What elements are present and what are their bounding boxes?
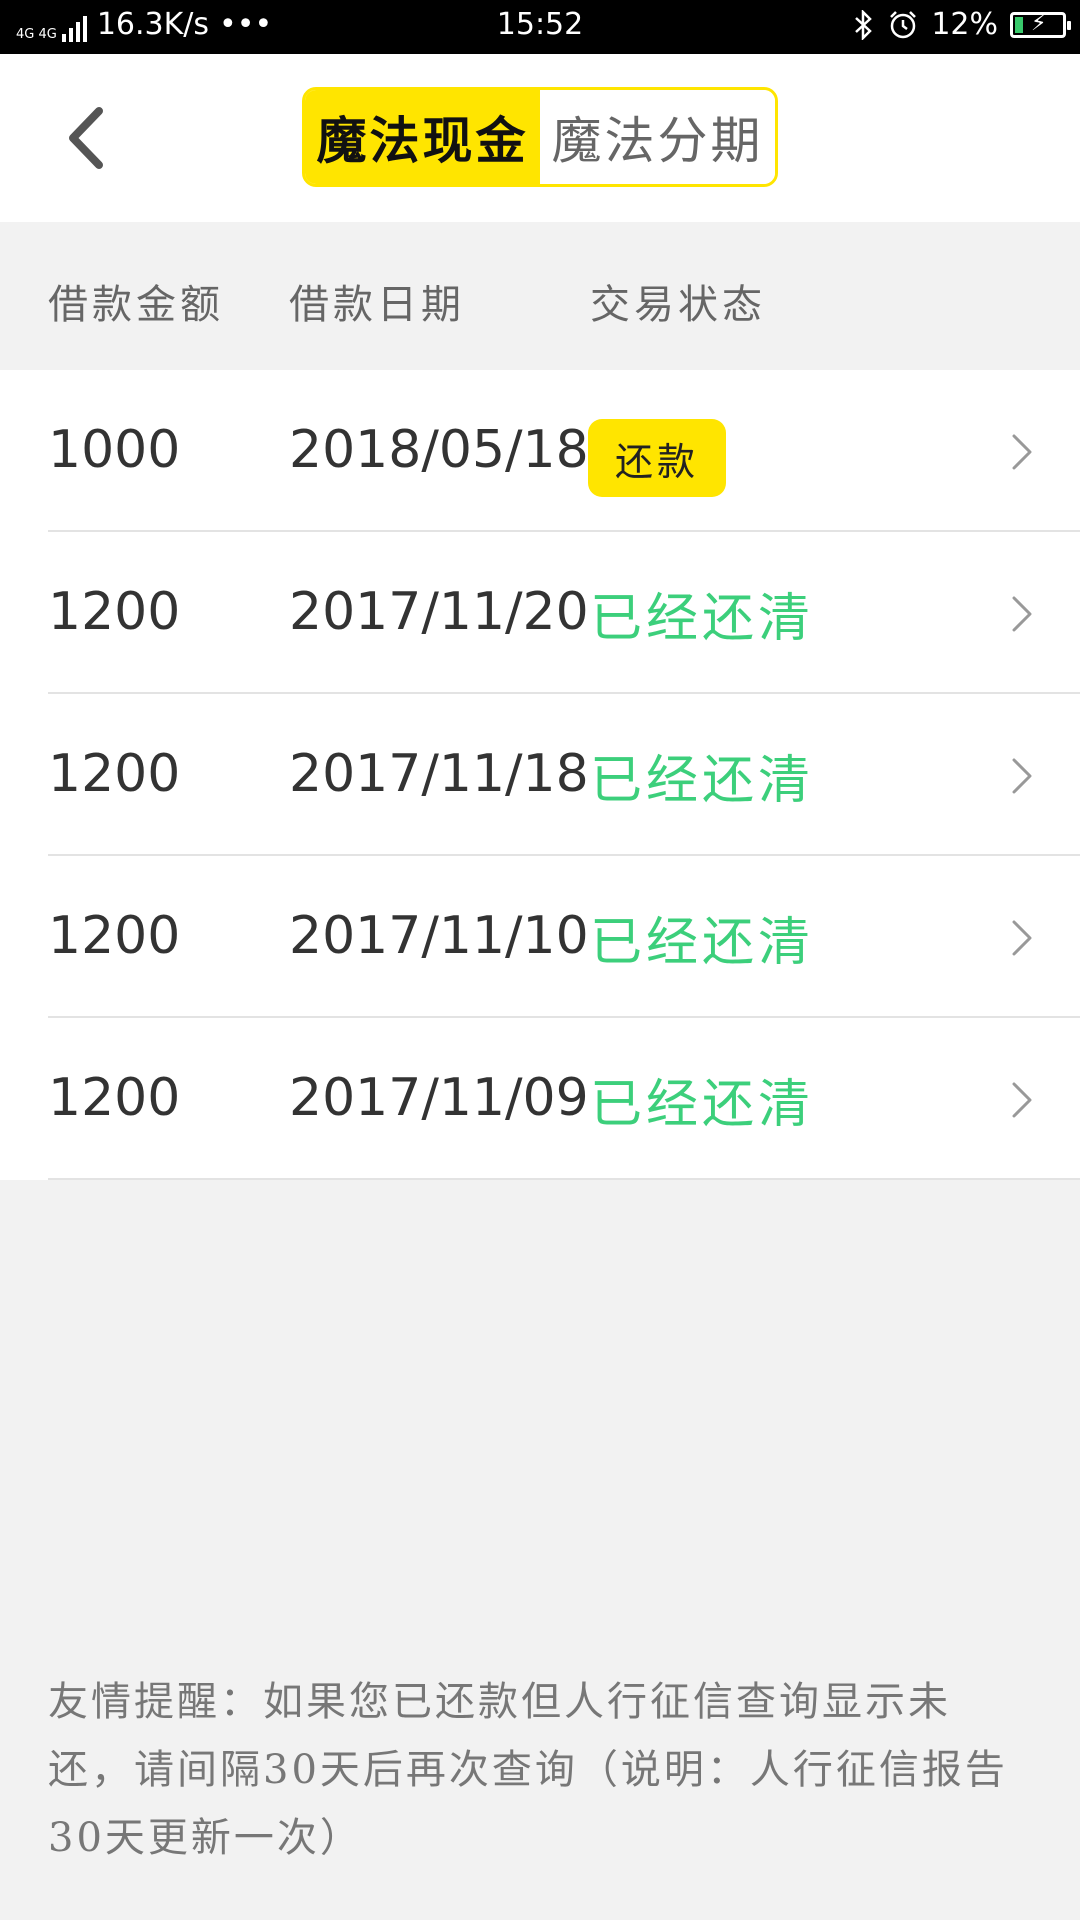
chevron-right-icon <box>1012 434 1032 470</box>
table-row[interactable]: 1200 2017/11/09 已经还清 <box>0 1018 1080 1180</box>
alarm-icon <box>890 10 917 38</box>
loan-date: 2017/11/18 <box>289 744 589 804</box>
row-divider <box>48 1178 1080 1180</box>
status-paid-off: 已经还清 <box>590 913 815 973</box>
table-row[interactable]: 1000 2018/05/18 还款 <box>0 370 1080 532</box>
column-header-amount: 借款金额 <box>48 282 224 328</box>
chevron-right-icon <box>1012 1082 1032 1118</box>
table-header: 借款金额 借款日期 交易状态 <box>0 222 1080 370</box>
table-row[interactable]: 1200 2017/11/10 已经还清 <box>0 856 1080 1018</box>
status-paid-off: 已经还清 <box>590 589 815 649</box>
status-paid-off: 已经还清 <box>590 1075 815 1135</box>
battery-percent: 12% <box>931 7 998 42</box>
loan-date: 2018/05/18 <box>289 420 589 480</box>
loan-date: 2017/11/09 <box>289 1068 589 1128</box>
loan-amount: 1200 <box>48 906 181 966</box>
loan-amount: 1000 <box>48 420 181 480</box>
chevron-right-icon <box>1012 758 1032 794</box>
chevron-left-icon <box>69 107 103 169</box>
loan-date: 2017/11/10 <box>289 906 589 966</box>
status-paid-off: 已经还清 <box>590 751 815 811</box>
column-header-status: 交易状态 <box>590 282 766 328</box>
column-header-date: 借款日期 <box>289 282 465 328</box>
loan-amount: 1200 <box>48 1068 181 1128</box>
repay-button[interactable]: 还款 <box>588 419 726 497</box>
loan-amount: 1200 <box>48 744 181 804</box>
tab-magic-installment[interactable]: 魔法分期 <box>540 90 775 184</box>
loan-date: 2017/11/20 <box>289 582 589 642</box>
status-right: 12% ⚡ <box>853 7 1071 42</box>
header: 魔法现金 魔法分期 <box>0 54 1080 222</box>
product-tabs: 魔法现金 魔法分期 <box>302 87 778 187</box>
chevron-right-icon <box>1012 920 1032 956</box>
credit-report-notice: 友情提醒：如果您已还款但人行征信查询显示未还，请间隔30天后再次查询（说明：人行… <box>48 1679 1008 1861</box>
loan-list: 1000 2018/05/18 还款 1200 2017/11/20 已经还清 … <box>0 370 1080 1180</box>
tab-magic-cash[interactable]: 魔法现金 <box>305 90 540 184</box>
status-bar: 4G 4G 16.3K/s ••• 15:52 12% ⚡ <box>0 0 1080 54</box>
bluetooth-icon <box>855 9 873 40</box>
table-row[interactable]: 1200 2017/11/18 已经还清 <box>0 694 1080 856</box>
back-button[interactable] <box>50 98 120 178</box>
battery-icon: ⚡ <box>1010 11 1071 38</box>
chevron-right-icon <box>1012 596 1032 632</box>
table-row[interactable]: 1200 2017/11/20 已经还清 <box>0 532 1080 694</box>
loan-amount: 1200 <box>48 582 181 642</box>
